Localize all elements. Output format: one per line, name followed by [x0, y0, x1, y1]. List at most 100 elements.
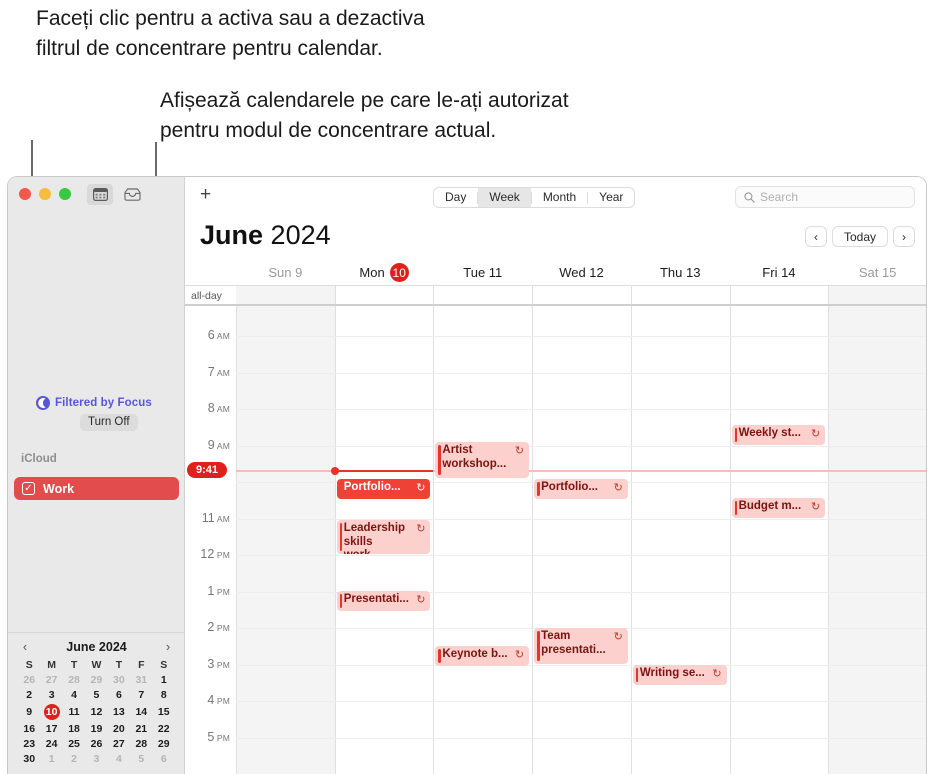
mini-day-cell[interactable]: 22 [153, 721, 175, 736]
calendar-view-icon[interactable] [87, 184, 113, 205]
mini-day-cell[interactable]: 26 [85, 736, 107, 751]
event-color-bar [734, 501, 738, 515]
calendar-event[interactable]: Writing se... ↻ [632, 665, 727, 685]
mini-day-cell[interactable]: 30 [108, 672, 130, 687]
time-hour: 6 [207, 328, 215, 342]
mini-day-cell[interactable]: 23 [18, 736, 40, 751]
mini-day-cell[interactable]: 28 [130, 736, 152, 751]
mini-day-cell[interactable]: 30 [18, 751, 40, 766]
time-label: 7 AM [185, 365, 230, 379]
tab-day[interactable]: Day [434, 188, 477, 207]
mini-day-cell[interactable]: 21 [130, 721, 152, 736]
calendar-event[interactable]: Budget m... ↻ [731, 498, 826, 518]
tab-month[interactable]: Month [532, 188, 587, 207]
search-placeholder: Search [760, 190, 799, 204]
mini-day-cell[interactable]: 9 [18, 702, 40, 721]
today-button[interactable]: Today [831, 226, 888, 247]
search-field[interactable]: Search [735, 186, 915, 208]
mini-day-cell[interactable]: 11 [63, 702, 85, 721]
time-ampm: PM [214, 732, 230, 743]
focus-filter-row[interactable]: Filtered by Focus [36, 396, 152, 410]
time-ampm: AM [214, 440, 230, 451]
day-header-3[interactable]: Wed 12 [532, 260, 631, 285]
mini-day-cell[interactable]: 6 [108, 687, 130, 702]
day-header-2[interactable]: Tue 11 [433, 260, 532, 285]
event-title: Presentati... [343, 593, 409, 605]
tab-week[interactable]: Week [478, 188, 531, 207]
mini-day-cell[interactable]: 7 [130, 687, 152, 702]
next-week-button[interactable]: › [893, 226, 915, 247]
mini-day-cell[interactable]: 2 [18, 687, 40, 702]
calendar-event[interactable]: Presentati... ↻ [336, 591, 431, 611]
mini-next-month-icon[interactable]: › [161, 639, 175, 654]
mini-day-cell[interactable]: 1 [40, 751, 62, 766]
mini-day-cell[interactable]: 25 [63, 736, 85, 751]
mini-day-cell[interactable]: 15 [153, 702, 175, 721]
all-day-row[interactable]: all-day [185, 285, 926, 306]
calendar-event[interactable]: Artist workshop... ↻ [435, 442, 530, 478]
search-icon [744, 191, 755, 203]
mini-day-cell[interactable]: 12 [85, 702, 107, 721]
repeat-icon: ↻ [416, 594, 426, 606]
mini-day-today[interactable]: 10 [40, 702, 62, 721]
mini-day-cell[interactable]: 3 [40, 687, 62, 702]
grid-hour-line [236, 336, 926, 337]
minimize-button[interactable] [39, 188, 51, 200]
mini-day-cell[interactable]: 13 [108, 702, 130, 721]
mini-day-cell[interactable]: 17 [40, 721, 62, 736]
mini-day-cell[interactable]: 5 [130, 751, 152, 766]
mini-day-cell[interactable]: 26 [18, 672, 40, 687]
day-header-4[interactable]: Thu 13 [631, 260, 730, 285]
work-checkbox[interactable]: ✓ [22, 482, 35, 495]
turn-off-button[interactable]: Turn Off [80, 414, 138, 431]
mini-prev-month-icon[interactable]: ‹ [18, 639, 32, 654]
grid-hour-line [236, 409, 926, 410]
tab-year[interactable]: Year [588, 188, 634, 207]
event-title: Team presentati... [541, 630, 606, 656]
repeat-icon: ↻ [613, 482, 623, 494]
mini-weekday-1: M [47, 659, 56, 671]
mini-day-cell[interactable]: 14 [130, 702, 152, 721]
mini-day-cell[interactable]: 24 [40, 736, 62, 751]
mini-weekday-row: SMTWTFS [18, 658, 175, 672]
mini-day-cell[interactable]: 4 [63, 687, 85, 702]
mini-day-cell[interactable]: 6 [153, 751, 175, 766]
mini-day-cell[interactable]: 31 [130, 672, 152, 687]
day-header-5[interactable]: Fri 14 [730, 260, 829, 285]
mini-day-cell[interactable]: 19 [85, 721, 107, 736]
time-ampm: PM [214, 659, 230, 670]
calendar-event[interactable]: Portfolio... ↻ [534, 479, 628, 499]
calendar-event[interactable]: Keynote b... ↻ [435, 646, 530, 666]
mini-day-cell[interactable]: 28 [63, 672, 85, 687]
mini-day-cell[interactable]: 29 [153, 736, 175, 751]
mini-day-cell[interactable]: 8 [153, 687, 175, 702]
inbox-icon[interactable] [119, 184, 145, 205]
mini-day-cell[interactable]: 2 [63, 751, 85, 766]
mini-day-cell[interactable]: 27 [40, 672, 62, 687]
calendar-event[interactable]: Team presentati... ↻ [534, 628, 628, 664]
mini-day-cell[interactable]: 1 [153, 672, 175, 687]
mini-day-cell[interactable]: 29 [85, 672, 107, 687]
mini-day-cell[interactable]: 4 [108, 751, 130, 766]
sidebar-section-icloud: iCloud [21, 453, 57, 465]
add-event-button[interactable]: + [200, 185, 211, 204]
close-button[interactable] [19, 188, 31, 200]
calendar-event[interactable]: Portfolio... ↻ [336, 479, 431, 499]
zoom-button[interactable] [59, 188, 71, 200]
day-header-1[interactable]: Mon 10 [335, 260, 434, 285]
mini-day-cell[interactable]: 18 [63, 721, 85, 736]
mini-day-cell[interactable]: 16 [18, 721, 40, 736]
day-header-6[interactable]: Sat 15 [828, 260, 926, 285]
mini-day-cell[interactable]: 5 [85, 687, 107, 702]
mini-day-cell[interactable]: 3 [85, 751, 107, 766]
prev-week-button[interactable]: ‹ [804, 226, 827, 247]
calendar-event[interactable]: Leadership skills work... ↻ [336, 520, 431, 554]
week-grid[interactable]: 6 AM 7 AM 8 AM 9 AM 11 AM 12 PM 1 PM 2 PM 3 PM 4 … [185, 306, 926, 774]
event-color-bar [339, 482, 343, 496]
mini-day-cell[interactable]: 27 [108, 736, 130, 751]
calendar-event[interactable]: Weekly st... ↻ [731, 425, 826, 445]
mini-day-cell[interactable]: 20 [108, 721, 130, 736]
sidebar-item-work[interactable]: ✓ Work [14, 477, 179, 500]
current-time-line-active-day [334, 470, 434, 472]
day-header-0[interactable]: Sun 9 [236, 260, 335, 285]
